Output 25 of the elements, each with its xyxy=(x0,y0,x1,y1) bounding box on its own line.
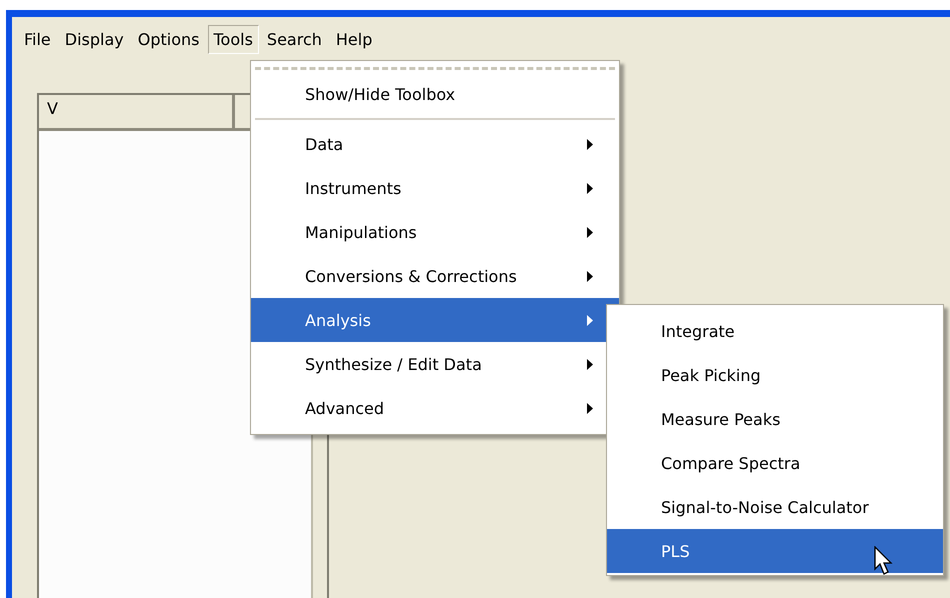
menu-item[interactable]: Conversions & Corrections xyxy=(251,254,619,298)
menu-item[interactable]: Peak Picking xyxy=(607,353,943,397)
menu-item[interactable]: Measure Peaks xyxy=(607,397,943,441)
menu-item[interactable]: Data xyxy=(251,122,619,166)
menu-item[interactable]: Signal-to-Noise Calculator xyxy=(607,485,943,529)
submenu-arrow-icon xyxy=(587,182,593,194)
menu-item[interactable]: Analysis xyxy=(251,298,619,342)
menu-bar-item[interactable]: Search xyxy=(260,24,328,54)
submenu-arrow-icon xyxy=(587,314,593,326)
menu-bar-item[interactable]: Options xyxy=(132,24,206,54)
submenu-arrow-icon xyxy=(587,402,593,414)
menu-bar-item[interactable]: Display xyxy=(58,24,130,54)
menu-item[interactable]: Compare Spectra xyxy=(607,441,943,485)
submenu-arrow-icon xyxy=(587,270,593,282)
submenu-arrow-icon xyxy=(587,226,593,238)
tear-off-line[interactable] xyxy=(255,67,615,70)
menu-item[interactable]: Show/Hide Toolbox xyxy=(251,72,619,116)
menu-item[interactable]: Instruments xyxy=(251,166,619,210)
menu-bar-item[interactable]: Tools xyxy=(208,24,259,54)
menu-bar-item[interactable]: Help xyxy=(330,24,378,54)
submenu-arrow-icon xyxy=(587,358,593,370)
menu-item[interactable]: PLS xyxy=(607,529,943,573)
menu-item[interactable]: Manipulations xyxy=(251,210,619,254)
submenu-arrow-icon xyxy=(587,138,593,150)
menu-bar-item[interactable]: File xyxy=(18,24,57,54)
